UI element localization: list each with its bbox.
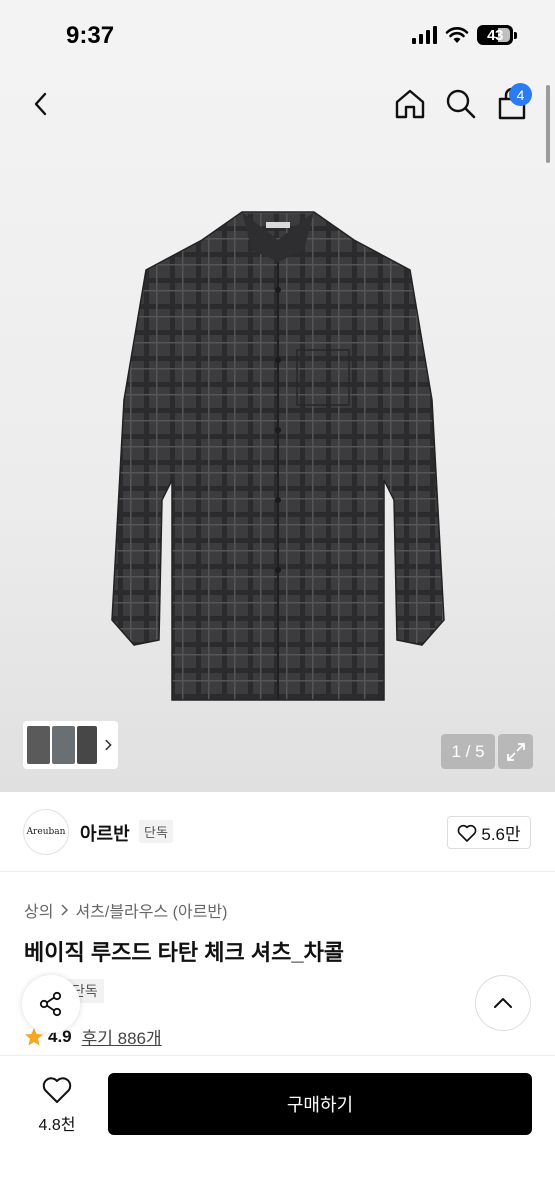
brand-like-count: 5.6만: [481, 825, 521, 844]
status-icons: 43: [412, 25, 517, 45]
buy-button[interactable]: 구매하기: [108, 1073, 532, 1135]
brand-name[interactable]: 아르반: [80, 820, 130, 846]
scrollbar[interactable]: [546, 85, 550, 163]
heart-icon: [458, 824, 477, 842]
heart-icon: [42, 1077, 72, 1103]
expand-icon: [506, 742, 525, 761]
brand-exclusive-tag: 단독: [139, 820, 173, 843]
expand-button[interactable]: [498, 734, 533, 769]
thumbnail-2[interactable]: [52, 726, 76, 764]
brand-logo[interactable]: Areuban: [23, 809, 69, 855]
chevron-right-icon[interactable]: [101, 738, 114, 752]
product-title: 베이직 루즈드 타탄 체크 셔츠_차콜: [24, 940, 345, 965]
wish-count: 4.8천: [38, 1117, 76, 1134]
breadcrumb-category[interactable]: 상의: [24, 898, 53, 922]
status-time: 9:37: [66, 22, 115, 49]
breadcrumb: 상의 셔츠/블라우스 (아르반): [24, 898, 227, 922]
product-gallery[interactable]: 4 1 / 5: [0, 70, 555, 792]
brand-row[interactable]: Areuban 아르반 단독 5.6만: [0, 792, 555, 872]
thumbnail-1[interactable]: [27, 726, 51, 764]
chevron-up-icon: [494, 998, 512, 1008]
share-button[interactable]: [22, 975, 80, 1033]
review-count-link[interactable]: 후기 886개: [82, 1024, 162, 1049]
battery-icon: 43: [477, 25, 517, 45]
battery-level: 43: [487, 26, 503, 44]
bottom-action-bar: 4.8천 구매하기: [0, 1055, 555, 1200]
search-icon[interactable]: [444, 87, 478, 121]
wifi-icon: [445, 27, 469, 43]
cart-count-badge: 4: [509, 83, 532, 106]
wish-button[interactable]: 4.8천: [28, 1076, 86, 1135]
brand-like-button[interactable]: 5.6만: [447, 816, 531, 849]
share-icon: [39, 991, 62, 1017]
scroll-top-button[interactable]: [475, 975, 531, 1031]
back-icon[interactable]: [26, 89, 56, 119]
home-icon[interactable]: [393, 87, 427, 121]
thumbnail-strip[interactable]: [23, 721, 118, 769]
chevron-right-icon: [61, 904, 69, 916]
signal-icon: [412, 26, 437, 44]
thumbnail-3[interactable]: [77, 726, 97, 764]
product-image: [111, 211, 445, 701]
status-bar: 9:37 43: [0, 0, 555, 70]
breadcrumb-subcategory[interactable]: 셔츠/블라우스 (아르반): [75, 898, 227, 922]
image-page-counter: 1 / 5: [441, 734, 495, 769]
